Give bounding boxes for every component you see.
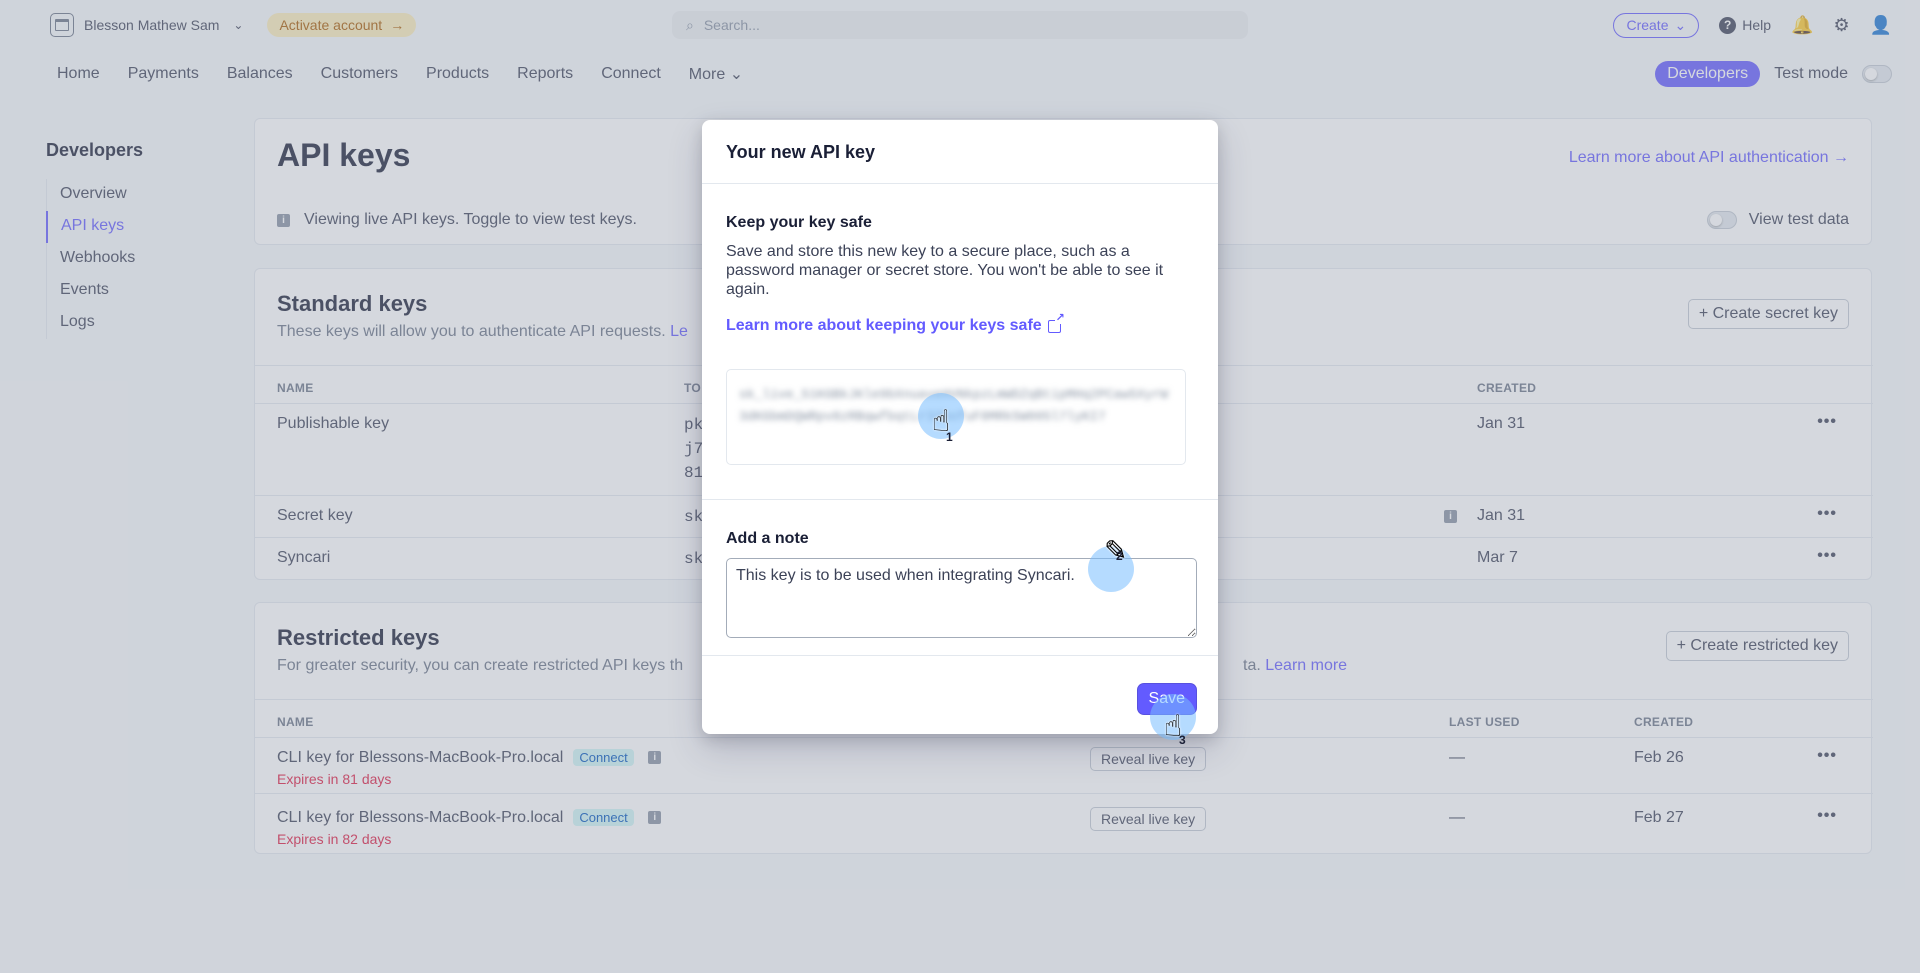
keep-safe-section: Keep your key safe Save and store this n… (702, 184, 1218, 500)
keep-safe-heading: Keep your key safe (726, 214, 872, 231)
step-number: 2 (1116, 549, 1123, 563)
external-link-icon (1047, 312, 1065, 333)
keep-safe-text: Save and store this new key to a secure … (726, 243, 1164, 298)
step-number: 3 (1179, 733, 1186, 747)
keep-safe-link[interactable]: Learn more about keeping your keys safe (726, 312, 1065, 335)
dialog-title: Your new API key (702, 120, 1218, 184)
step-number: 1 (946, 430, 953, 444)
add-note-section: Add a note This key is to be used when i… (702, 500, 1218, 656)
keep-safe-link-label: Learn more about keeping your keys safe (726, 317, 1042, 334)
